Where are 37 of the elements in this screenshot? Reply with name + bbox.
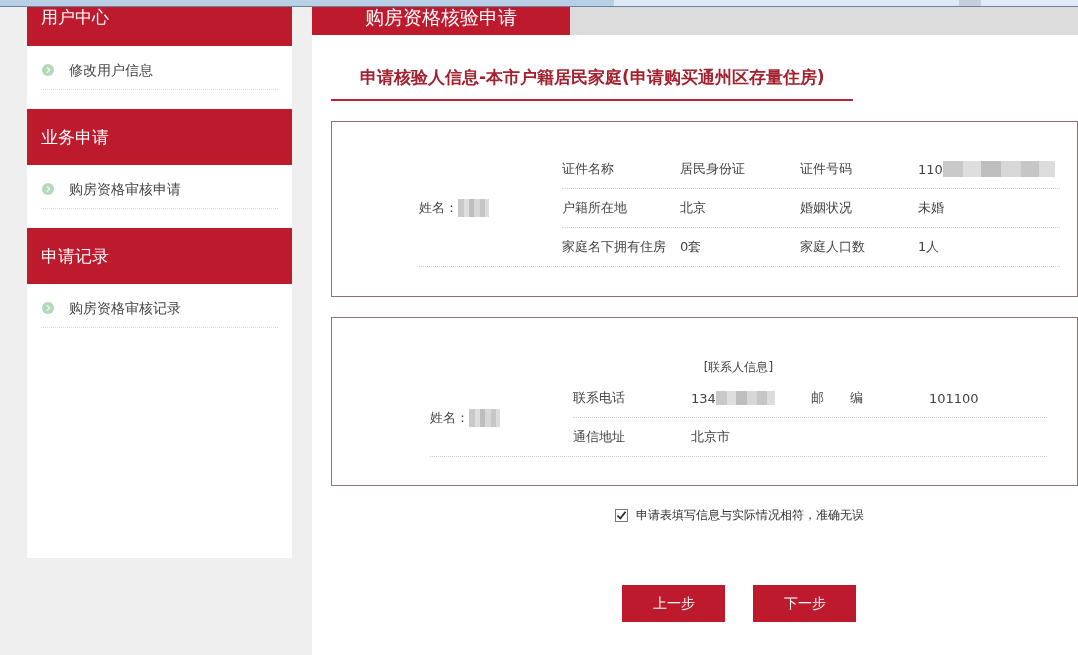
previous-step-button[interactable]: 上一步 [622,585,725,622]
sidebar-section-header: 申请记录 [27,228,292,284]
sidebar-section-header: 业务申请 [27,109,292,165]
field-value: 134 [691,390,716,406]
field-value: 110 [918,161,943,177]
section-heading: 申请核验人信息-本市户籍居民家庭(申请购买通州区存量住房) [360,66,826,89]
field-value: 北京 [680,199,706,217]
field-label: 婚姻状况 [800,199,852,217]
field-value: 0套 [680,238,702,256]
field-value: 1人 [918,238,940,256]
agreement-checkbox[interactable] [614,508,628,522]
agreement-text: 申请表填写信息与实际情况相符，准确无误 [635,506,864,524]
page-tab[interactable]: 购房资格核验申请 [312,7,570,35]
name-label: 姓名： [430,408,469,427]
chevron-circle-icon [42,64,54,76]
sidebar-link[interactable]: 购房资格审核记录 [42,298,181,318]
field-label: 户籍所在地 [562,199,627,217]
name-label: 姓名： [419,199,458,217]
field-label: 证件号码 [800,160,852,178]
card-heading: [联系人信息] [703,358,774,376]
field-value: 居民身份证 [680,160,745,178]
sidebar-section-header: 用户中心 [27,7,292,46]
field-value: 未婚 [918,199,944,217]
field-label: 家庭人口数 [800,238,865,256]
chevron-circle-icon [42,302,54,314]
field-label: 证件名称 [562,160,614,178]
field-value: 101100 [929,390,979,406]
checkmark-icon [615,509,627,521]
sidebar-link[interactable]: 购房资格审核申请 [42,179,181,199]
chevron-circle-icon [42,183,54,195]
field-value: 北京市 [691,428,730,446]
sidebar-link[interactable]: 修改用户信息 [42,60,153,80]
field-label: 通信地址 [573,428,625,446]
field-label: 联系电话 [573,389,625,407]
field-label: 邮 编 [811,389,863,407]
next-step-button[interactable]: 下一步 [753,585,856,622]
field-label: 家庭名下拥有住房 [562,238,666,256]
